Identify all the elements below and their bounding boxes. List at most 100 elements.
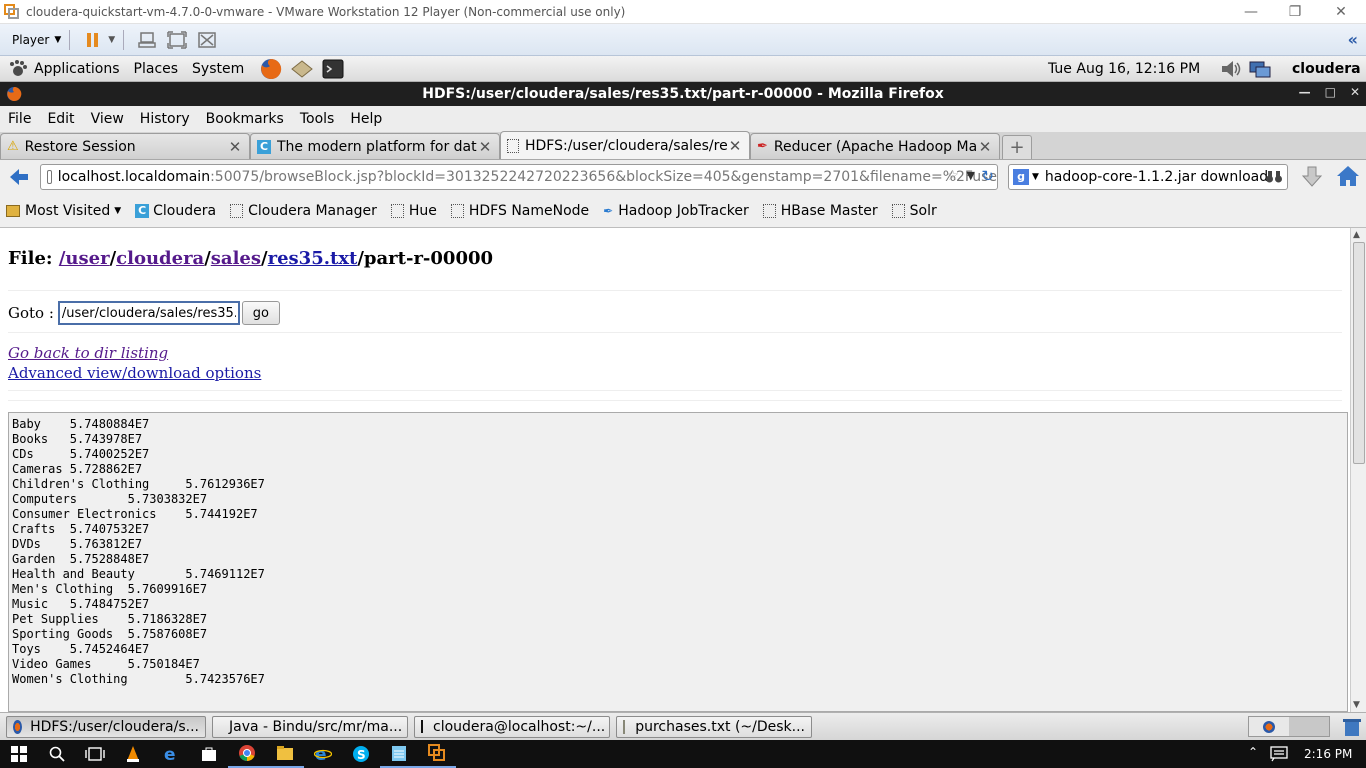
tab-label: Restore Session: [24, 138, 136, 155]
edge-icon[interactable]: e: [152, 740, 190, 768]
internet-explorer-icon[interactable]: e: [304, 740, 342, 768]
tab-close-icon[interactable]: ✕: [727, 137, 743, 155]
bookmark-solr[interactable]: Solr: [891, 203, 937, 219]
scroll-down-icon[interactable]: ▼: [1353, 700, 1360, 710]
send-ctrl-alt-del-icon[interactable]: [136, 29, 158, 51]
fullscreen-icon[interactable]: [166, 29, 188, 51]
path-link-cloudera[interactable]: cloudera: [116, 248, 204, 269]
chevron-up-icon[interactable]: ⌃: [1248, 745, 1258, 759]
search-box[interactable]: g ▼ hadoop-core-1.1.2.jar download: [1008, 164, 1288, 190]
path-separator: /: [204, 248, 211, 269]
menu-file[interactable]: File: [4, 111, 35, 127]
task-view-icon[interactable]: [76, 740, 114, 768]
volume-icon[interactable]: [1220, 59, 1242, 79]
hadoop-feather-icon: ✒: [603, 203, 614, 218]
menu-bookmarks[interactable]: Bookmarks: [202, 111, 288, 127]
bookmark-hue[interactable]: Hue: [390, 203, 437, 219]
taskbar-item-terminal[interactable]: cloudera@localhost:~/...: [414, 715, 610, 738]
menu-edit[interactable]: Edit: [43, 111, 78, 127]
taskbar-item-eclipse[interactable]: Java - Bindu/src/mr/ma...: [212, 715, 408, 738]
workspace-switcher[interactable]: [1248, 716, 1330, 737]
chevron-down-icon[interactable]: ▼: [1032, 172, 1039, 182]
maximize-icon[interactable]: □: [1325, 85, 1336, 99]
new-tab-button[interactable]: +: [1002, 135, 1032, 159]
path-link-user[interactable]: /user: [59, 248, 110, 269]
windows-start-icon[interactable]: [0, 740, 38, 768]
binoculars-icon[interactable]: [1265, 169, 1283, 185]
tab-cloudera[interactable]: C The modern platform for dat... ✕: [250, 133, 500, 159]
collapse-chevron-icon[interactable]: «: [1348, 30, 1358, 49]
trash-icon[interactable]: [1342, 717, 1362, 737]
menu-help[interactable]: Help: [346, 111, 386, 127]
workspace-2[interactable]: [1289, 717, 1329, 736]
taskbar-item-firefox[interactable]: HDFS:/user/cloudera/s...: [6, 715, 206, 738]
places-menu[interactable]: Places: [134, 61, 179, 77]
tab-hdfs[interactable]: HDFS:/user/cloudera/sales/re... ✕: [500, 131, 750, 159]
bookmark-most-visited[interactable]: Most Visited ▼: [6, 203, 121, 219]
close-icon[interactable]: ✕: [1318, 0, 1364, 24]
tab-close-icon[interactable]: ✕: [977, 138, 993, 156]
scrollbar-thumb[interactable]: [1353, 242, 1365, 464]
download-icon[interactable]: [1302, 166, 1322, 188]
bookmark-cloudera[interactable]: C Cloudera: [135, 203, 216, 219]
user-name[interactable]: cloudera: [1292, 61, 1361, 77]
panel-clock[interactable]: Tue Aug 16, 12:16 PM: [1048, 61, 1200, 77]
minimize-icon[interactable]: —: [1228, 0, 1274, 24]
data-row: Sporting Goods 5.7587608E7: [12, 627, 1347, 642]
path-link-res35[interactable]: res35.txt: [268, 248, 358, 269]
reload-icon[interactable]: ↻: [981, 167, 994, 185]
file-contents-textarea[interactable]: Baby 5.7480884E7 Books 5.743978E7 CDs 5.74…: [8, 412, 1348, 712]
page-scrollbar[interactable]: ▲ ▼: [1350, 228, 1366, 712]
vlc-icon[interactable]: [114, 740, 152, 768]
back-to-dir-link[interactable]: Go back to dir listing: [8, 344, 168, 362]
mail-launcher-icon[interactable]: [290, 59, 314, 79]
bookmark-hadoop-jobtracker[interactable]: ✒ Hadoop JobTracker: [603, 203, 749, 219]
unity-icon[interactable]: [196, 29, 218, 51]
store-icon[interactable]: [190, 740, 228, 768]
applications-menu[interactable]: Applications: [34, 61, 120, 77]
divider: [8, 400, 1342, 401]
menu-tools[interactable]: Tools: [296, 111, 339, 127]
menu-view[interactable]: View: [87, 111, 128, 127]
minimize-icon[interactable]: —: [1299, 85, 1311, 99]
star-icon[interactable]: ☆: [946, 168, 959, 184]
scroll-up-icon[interactable]: ▲: [1353, 230, 1360, 240]
vmware-taskbar-icon[interactable]: [418, 740, 456, 768]
bookmark-cloudera-manager[interactable]: Cloudera Manager: [230, 203, 377, 219]
player-menu-button[interactable]: Player ▼: [12, 33, 61, 47]
terminal-launcher-icon[interactable]: [322, 59, 344, 79]
notification-icon[interactable]: [1270, 746, 1288, 762]
bookmark-hdfs-namenode[interactable]: HDFS NameNode: [450, 203, 589, 219]
notepad-icon[interactable]: [380, 740, 418, 768]
workspace-1[interactable]: [1249, 717, 1289, 736]
chevron-down-icon[interactable]: ▼: [108, 35, 115, 45]
restore-icon[interactable]: ❐: [1272, 0, 1318, 24]
network-icon[interactable]: [1248, 59, 1272, 79]
row-category: Books: [12, 432, 49, 446]
go-button[interactable]: go: [241, 301, 280, 325]
menu-history[interactable]: History: [136, 111, 194, 127]
data-row: Crafts 5.7407532E7: [12, 522, 1347, 537]
system-time[interactable]: 2:16 PM: [1304, 747, 1352, 761]
search-icon[interactable]: [38, 740, 76, 768]
tab-restore-session[interactable]: ⚠ Restore Session ✕: [0, 133, 250, 159]
firefox-launcher-icon[interactable]: [260, 58, 282, 80]
goto-input[interactable]: [57, 301, 240, 325]
advanced-view-link[interactable]: Advanced view/download options: [8, 364, 261, 382]
back-icon[interactable]: [8, 166, 30, 188]
tab-close-icon[interactable]: ✕: [227, 138, 243, 156]
taskbar-item-editor[interactable]: purchases.txt (~/Desk...: [616, 715, 812, 738]
close-icon[interactable]: ✕: [1350, 85, 1360, 99]
bookmark-hbase-master[interactable]: HBase Master: [762, 203, 878, 219]
tab-reducer[interactable]: ✒ Reducer (Apache Hadoop Ma... ✕: [750, 133, 1000, 159]
chevron-down-icon[interactable]: ▼: [967, 169, 975, 182]
chrome-icon[interactable]: [228, 740, 266, 768]
url-bar[interactable]: localhost.localdomain :50075/browseBlock…: [40, 164, 998, 190]
pause-icon[interactable]: [82, 29, 104, 51]
system-menu[interactable]: System: [192, 61, 244, 77]
home-icon[interactable]: [1336, 165, 1360, 187]
skype-icon[interactable]: S: [342, 740, 380, 768]
file-explorer-icon[interactable]: [266, 740, 304, 768]
path-link-sales[interactable]: sales: [211, 248, 261, 269]
tab-close-icon[interactable]: ✕: [477, 138, 493, 156]
